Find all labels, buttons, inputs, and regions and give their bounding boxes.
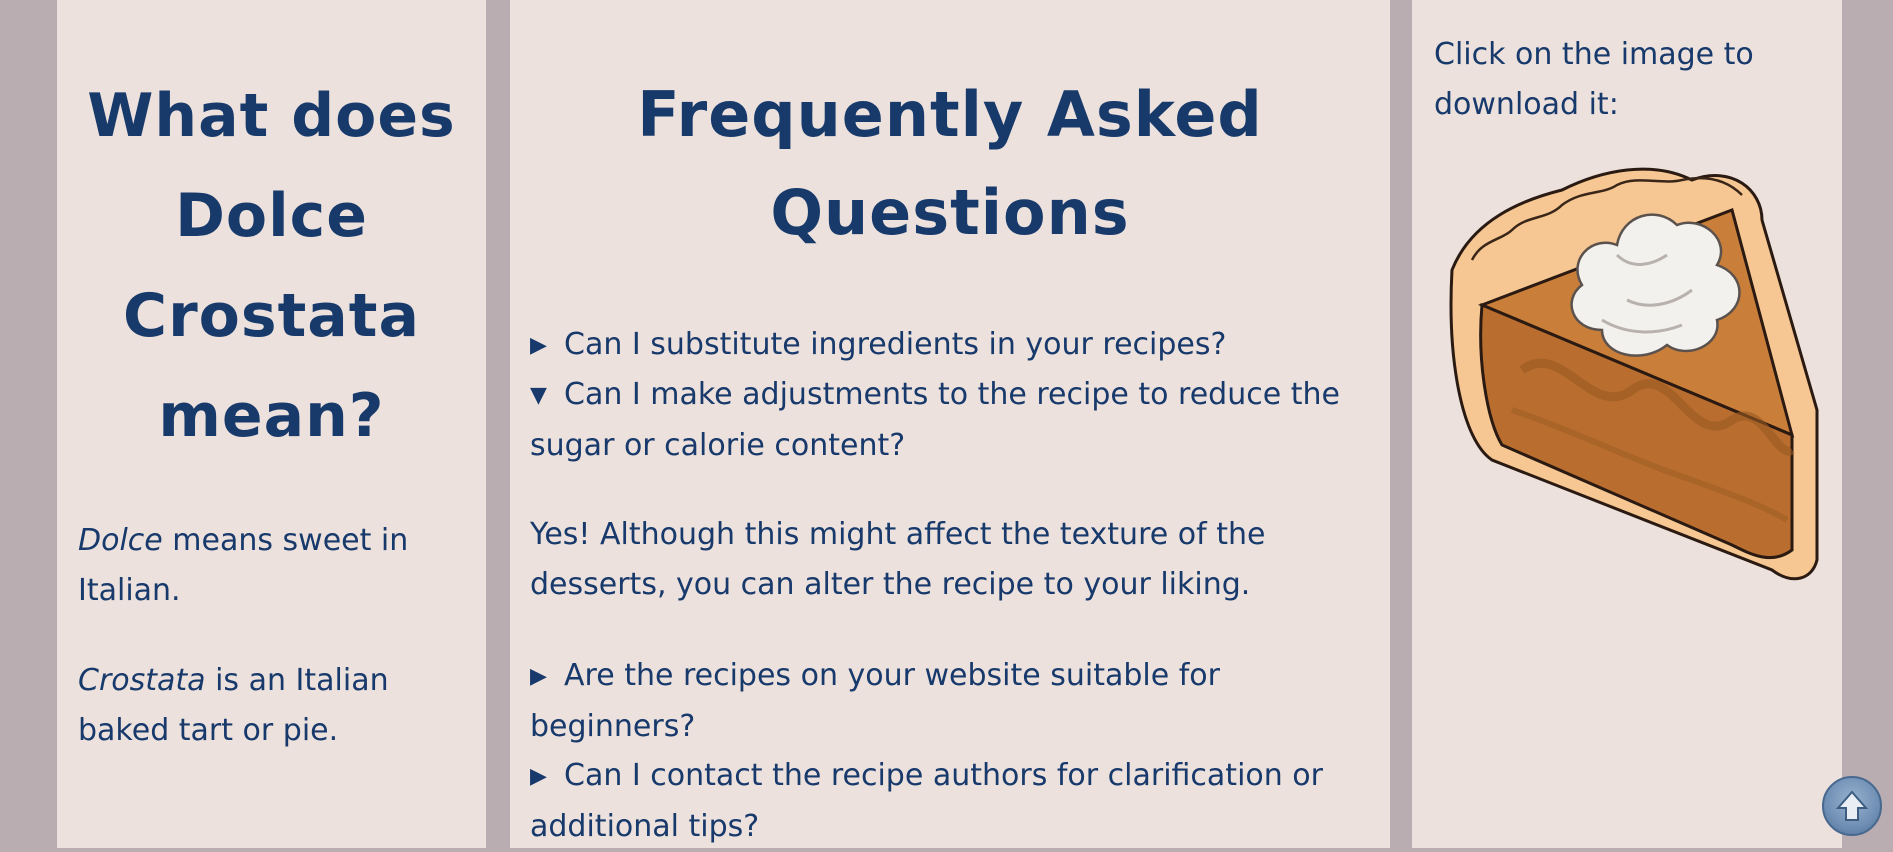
faq-question-text: Can I substitute ingredients in your rec… xyxy=(564,327,1227,362)
collapse-triangle-icon: ▼ xyxy=(530,383,547,408)
term-dolce: Dolce xyxy=(78,523,163,558)
download-instruction: Click on the image to download it: xyxy=(1434,37,1754,122)
arrow-up-icon xyxy=(1835,790,1869,821)
faq-question-4[interactable]: ▶ Can I contact the recipe authors for cl… xyxy=(530,751,1375,852)
definition-dolce: Dolce means sweet in Italian. xyxy=(78,516,468,616)
faq-question-text: Are the recipes on your website suitable… xyxy=(530,658,1220,744)
pie-download-link[interactable] xyxy=(1432,160,1832,590)
faq-question-3[interactable]: ▶ Are the recipes on your website suitabl… xyxy=(530,651,1375,752)
faq-answer-2: Yes! Although this might affect the text… xyxy=(530,517,1266,602)
pie-slice-image xyxy=(1449,167,1819,581)
expand-triangle-icon: ▶ xyxy=(530,764,547,789)
faq-heading: Frequently Asked Questions xyxy=(637,78,1263,249)
expand-triangle-icon: ▶ xyxy=(530,664,547,689)
faq-question-2[interactable]: ▼ Can I make adjustments to the recipe to… xyxy=(530,370,1375,471)
faq-question-text: Can I contact the recipe authors for cla… xyxy=(530,758,1323,844)
expand-triangle-icon: ▶ xyxy=(530,333,547,358)
term-crostata: Crostata xyxy=(78,663,206,698)
back-to-top-button[interactable] xyxy=(1822,776,1882,836)
download-panel: Click on the image to download it: xyxy=(1412,0,1842,848)
faq-question-1[interactable]: ▶ Can I substitute ingredients in your re… xyxy=(530,320,1375,371)
definition-heading: What does Dolce Crostata mean? xyxy=(87,81,456,451)
faq-panel: Frequently Asked Questions ▶ Can I substi… xyxy=(510,0,1390,848)
definition-crostata: Crostata is an Italian baked tart or pie… xyxy=(78,656,468,756)
definition-panel: What does Dolce Crostata mean? Dolce mea… xyxy=(57,0,486,848)
faq-question-text: Can I make adjustments to the recipe to … xyxy=(530,377,1340,463)
